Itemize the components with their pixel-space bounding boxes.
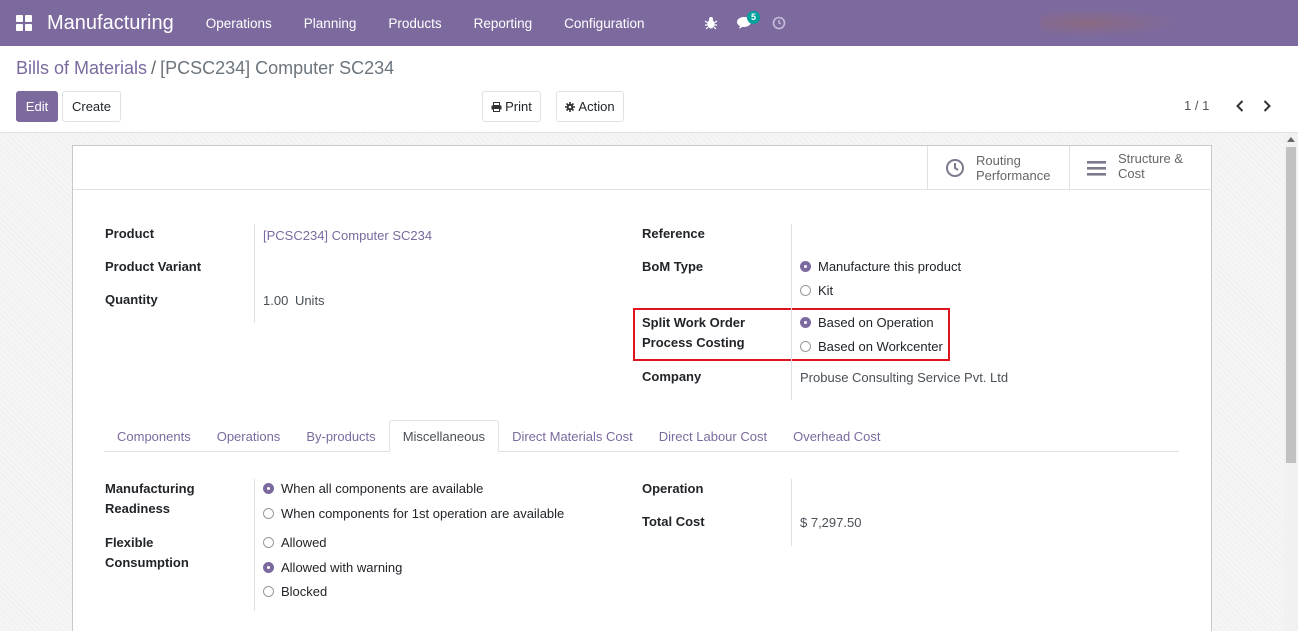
quantity-label: Quantity bbox=[105, 292, 158, 307]
radio-checked-icon bbox=[263, 483, 274, 494]
bom-type-manufacture-radio[interactable]: Manufacture this product bbox=[800, 259, 961, 274]
breadcrumb-current: [PCSC234] Computer SC234 bbox=[160, 58, 395, 78]
readiness-option-1: When all components are available bbox=[281, 481, 484, 496]
menu-products[interactable]: Products bbox=[372, 16, 457, 31]
flexible-label-line1: Flexible bbox=[105, 535, 154, 550]
flexible-option-3: Blocked bbox=[281, 584, 328, 599]
quantity-value: 1.00 Units bbox=[263, 293, 325, 308]
readiness-first-operation-radio[interactable]: When components for 1st operation are av… bbox=[263, 506, 564, 521]
divider bbox=[791, 224, 792, 400]
menu-configuration[interactable]: Configuration bbox=[548, 16, 660, 31]
radio-checked-icon bbox=[263, 562, 274, 573]
divider bbox=[254, 224, 255, 323]
radio-unchecked-icon bbox=[800, 285, 811, 296]
total-cost-label: Total Cost bbox=[642, 514, 705, 529]
activity-clock-icon[interactable] bbox=[768, 12, 790, 34]
systray: 5 bbox=[700, 0, 802, 46]
create-button[interactable]: Create bbox=[62, 91, 121, 122]
messages-icon[interactable]: 5 bbox=[734, 11, 761, 34]
radio-unchecked-icon bbox=[263, 537, 274, 548]
bug-icon[interactable] bbox=[700, 12, 722, 34]
readiness-label-line1: Manufacturing bbox=[105, 481, 195, 496]
bom-type-option-1: Manufacture this product bbox=[818, 259, 962, 274]
main-menu: Operations Planning Products Reporting C… bbox=[190, 16, 661, 31]
apps-grid-icon[interactable] bbox=[16, 15, 32, 31]
tab-direct-labour-cost[interactable]: Direct Labour Cost bbox=[646, 420, 780, 452]
structure-cost-button[interactable]: Structure & Cost bbox=[1069, 146, 1211, 190]
radio-unchecked-icon bbox=[263, 508, 274, 519]
chevron-left-icon[interactable] bbox=[1232, 96, 1248, 116]
action-label: Action bbox=[578, 99, 615, 114]
menu-operations[interactable]: Operations bbox=[190, 16, 288, 31]
divider bbox=[254, 479, 255, 611]
product-value[interactable]: [PCSC234] Computer SC234 bbox=[263, 228, 432, 243]
bom-type-kit-radio[interactable]: Kit bbox=[800, 283, 833, 298]
form-sheet: Routing Performance Structure & Cost bbox=[72, 145, 1212, 631]
breadcrumb-parent[interactable]: Bills of Materials bbox=[16, 58, 147, 79]
radio-unchecked-icon bbox=[263, 586, 274, 597]
bom-type-option-2: Kit bbox=[818, 283, 834, 298]
notebook-tabs: Components Operations By-products Miscel… bbox=[104, 420, 1179, 452]
quantity-number: 1.00 bbox=[263, 293, 289, 308]
tab-overhead-cost[interactable]: Overhead Cost bbox=[780, 420, 893, 452]
menu-planning[interactable]: Planning bbox=[288, 16, 373, 31]
flexible-blocked-radio[interactable]: Blocked bbox=[263, 584, 327, 599]
operation-label: Operation bbox=[642, 481, 704, 496]
print-label: Print bbox=[505, 99, 532, 114]
company-label: Company bbox=[642, 369, 702, 384]
quantity-uom: Units bbox=[294, 293, 325, 308]
chevron-right-icon[interactable] bbox=[1259, 96, 1275, 116]
print-button[interactable]: Print bbox=[482, 91, 541, 122]
breadcrumb-separator: / bbox=[151, 58, 157, 78]
routing-performance-button[interactable]: Routing Performance bbox=[927, 146, 1069, 190]
app-title[interactable]: Manufacturing bbox=[47, 12, 174, 35]
total-cost-value: $ 7,297.50 bbox=[800, 515, 862, 530]
tab-operations[interactable]: Operations bbox=[204, 420, 294, 452]
product-label: Product bbox=[105, 226, 155, 241]
bom-type-label: BoM Type bbox=[642, 259, 704, 274]
product-variant-label: Product Variant bbox=[105, 259, 202, 274]
routing-performance-line2: Performance bbox=[976, 168, 1051, 183]
routing-performance-line1: Routing bbox=[976, 153, 1021, 168]
readiness-option-2: When components for 1st operation are av… bbox=[281, 506, 565, 521]
company-value: Probuse Consulting Service Pvt. Ltd bbox=[800, 370, 1009, 385]
radio-checked-icon bbox=[800, 261, 811, 272]
flexible-consumption-label: Flexible Consumption bbox=[105, 533, 189, 572]
breadcrumb: Bills of Materials / [PCSC234] Computer … bbox=[16, 58, 394, 79]
readiness-label-line2: Readiness bbox=[105, 500, 171, 516]
print-icon bbox=[491, 101, 502, 112]
stat-button-box: Routing Performance Structure & Cost bbox=[73, 146, 1211, 190]
tab-components[interactable]: Components bbox=[104, 420, 204, 452]
messages-count-badge: 5 bbox=[747, 11, 761, 24]
gear-icon bbox=[565, 101, 576, 112]
flexible-allowed-with-warning-radio[interactable]: Allowed with warning bbox=[263, 560, 402, 575]
tab-direct-materials-cost[interactable]: Direct Materials Cost bbox=[499, 420, 646, 452]
user-avatar[interactable] bbox=[1040, 6, 1200, 40]
action-button[interactable]: Action bbox=[556, 91, 624, 122]
flexible-option-2: Allowed with warning bbox=[281, 560, 403, 575]
readiness-all-available-radio[interactable]: When all components are available bbox=[263, 481, 483, 496]
reference-label: Reference bbox=[642, 226, 705, 241]
top-navbar: Manufacturing Operations Planning Produc… bbox=[0, 0, 1298, 46]
scrollbar-thumb[interactable] bbox=[1286, 147, 1296, 463]
manufacturing-readiness-label: Manufacturing Readiness bbox=[105, 479, 195, 518]
structure-cost-line2: Cost bbox=[1118, 166, 1145, 181]
flexible-option-1: Allowed bbox=[281, 535, 327, 550]
flexible-allowed-radio[interactable]: Allowed bbox=[263, 535, 327, 550]
bars-icon bbox=[1086, 160, 1108, 176]
clock-icon bbox=[944, 158, 966, 178]
divider bbox=[791, 479, 792, 546]
flexible-label-line2: Consumption bbox=[105, 554, 189, 570]
edit-button[interactable]: Edit bbox=[16, 91, 58, 122]
tab-by-products[interactable]: By-products bbox=[293, 420, 388, 452]
tab-miscellaneous[interactable]: Miscellaneous bbox=[388, 420, 500, 452]
vertical-scrollbar[interactable] bbox=[1284, 133, 1298, 631]
scroll-up-arrow-icon[interactable] bbox=[1287, 137, 1295, 142]
menu-reporting[interactable]: Reporting bbox=[458, 16, 549, 31]
pager-value[interactable]: 1 / 1 bbox=[1184, 98, 1209, 113]
structure-cost-line1: Structure & bbox=[1118, 151, 1184, 166]
